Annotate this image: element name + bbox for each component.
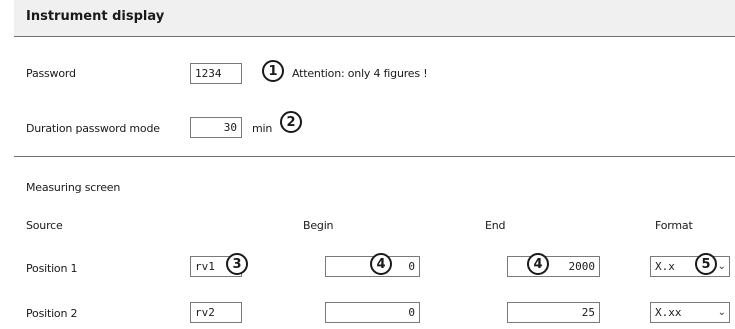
section-divider bbox=[14, 156, 735, 157]
duration-unit: min bbox=[252, 122, 273, 135]
password-attention-text: Attention: only 4 figures ! bbox=[292, 67, 428, 80]
password-input[interactable]: 1234 bbox=[190, 63, 242, 84]
callout-5-icon: 5 bbox=[695, 253, 717, 275]
position-2-label: Position 2 bbox=[26, 307, 78, 320]
panel-title: Instrument display bbox=[26, 9, 165, 24]
duration-input[interactable]: 30 bbox=[190, 117, 242, 138]
position-2-source-input[interactable]: rv2 bbox=[190, 302, 242, 323]
position-1-format-select[interactable]: X.x ⌄ bbox=[650, 256, 730, 277]
chevron-down-icon: ⌄ bbox=[717, 307, 726, 318]
column-begin: Begin bbox=[303, 219, 334, 232]
callout-1-icon: 1 bbox=[262, 60, 284, 82]
position-1-label: Position 1 bbox=[26, 262, 78, 275]
duration-label: Duration password mode bbox=[26, 122, 160, 135]
position-2-format-select[interactable]: X.xx ⌄ bbox=[650, 302, 730, 323]
position-2-begin-input[interactable]: 0 bbox=[325, 302, 420, 323]
column-format: Format bbox=[655, 219, 693, 232]
callout-3-icon: 3 bbox=[226, 253, 248, 275]
position-1-format-value: X.x bbox=[655, 260, 675, 273]
position-2-end-input[interactable]: 25 bbox=[507, 302, 600, 323]
position-2-format-value: X.xx bbox=[655, 306, 682, 319]
position-1-end-input[interactable]: 2000 bbox=[507, 256, 600, 277]
chevron-down-icon: ⌄ bbox=[717, 261, 726, 272]
callout-2-icon: 2 bbox=[280, 111, 302, 133]
callout-4-icon: 4 bbox=[370, 253, 392, 275]
password-label: Password bbox=[26, 67, 76, 80]
column-source: Source bbox=[26, 219, 63, 232]
measuring-screen-label: Measuring screen bbox=[26, 181, 121, 194]
column-end: End bbox=[485, 219, 506, 232]
callout-4b-icon: 4 bbox=[527, 253, 549, 275]
